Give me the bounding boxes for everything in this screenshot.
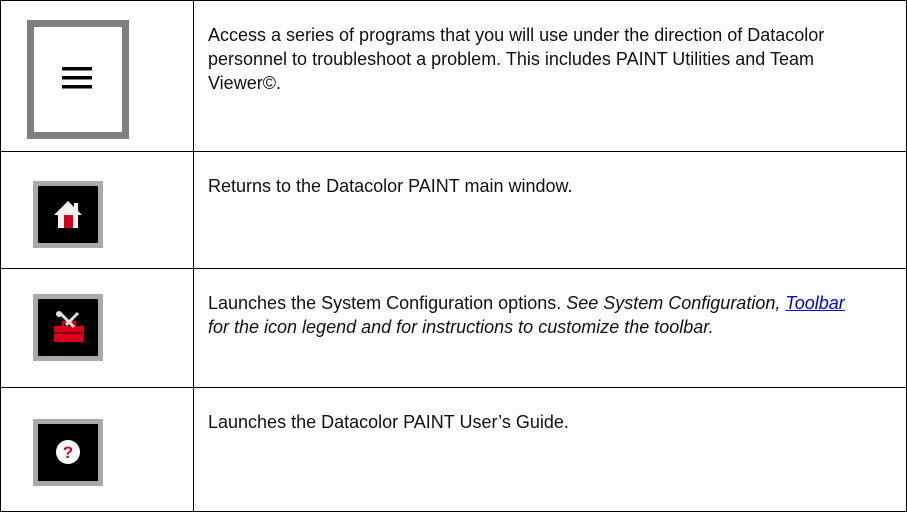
toolbar-icon-legend-table: Access a series of programs that you wil… <box>0 0 907 512</box>
row-description: Launches the Datacolor PAINT User’s Guid… <box>208 412 569 432</box>
toolbar-link[interactable]: Toolbar <box>785 293 844 313</box>
svg-text:?: ? <box>63 443 73 462</box>
table-row: Returns to the Datacolor PAINT main wind… <box>1 152 906 269</box>
table-row: ? Launches the Datacolor PAINT User’s Gu… <box>1 388 906 512</box>
description-plain-text: Launches the System Configuration option… <box>208 293 562 313</box>
menu-icon-frame <box>27 20 129 139</box>
description-italic-text: for the icon legend and for instructions… <box>208 317 714 337</box>
table-row: Access a series of programs that you wil… <box>1 1 906 152</box>
row-description: Launches the System Configuration option… <box>208 291 848 339</box>
description-italic-text: See System Configuration, <box>566 293 781 313</box>
help-icon-frame: ? <box>33 419 103 486</box>
description-cell: Access a series of programs that you wil… <box>208 23 848 95</box>
icon-cell <box>1 152 193 268</box>
icon-cell: ? <box>1 388 193 511</box>
toolbox-icon-frame <box>33 294 103 361</box>
row-description: Access a series of programs that you wil… <box>208 25 825 93</box>
description-cell: Returns to the Datacolor PAINT main wind… <box>208 174 848 198</box>
description-cell: Launches the Datacolor PAINT User’s Guid… <box>208 410 848 434</box>
hamburger-menu-icon <box>34 27 122 132</box>
table-row: Launches the System Configuration option… <box>1 269 906 388</box>
column-divider <box>193 1 194 511</box>
row-description: Returns to the Datacolor PAINT main wind… <box>208 176 573 196</box>
description-cell: Launches the System Configuration option… <box>208 291 848 339</box>
icon-cell <box>1 1 193 151</box>
icon-cell <box>1 269 193 387</box>
help-question-icon: ? <box>38 424 98 481</box>
home-icon <box>38 186 98 243</box>
home-icon-frame <box>33 181 103 248</box>
toolbox-icon <box>38 299 98 356</box>
